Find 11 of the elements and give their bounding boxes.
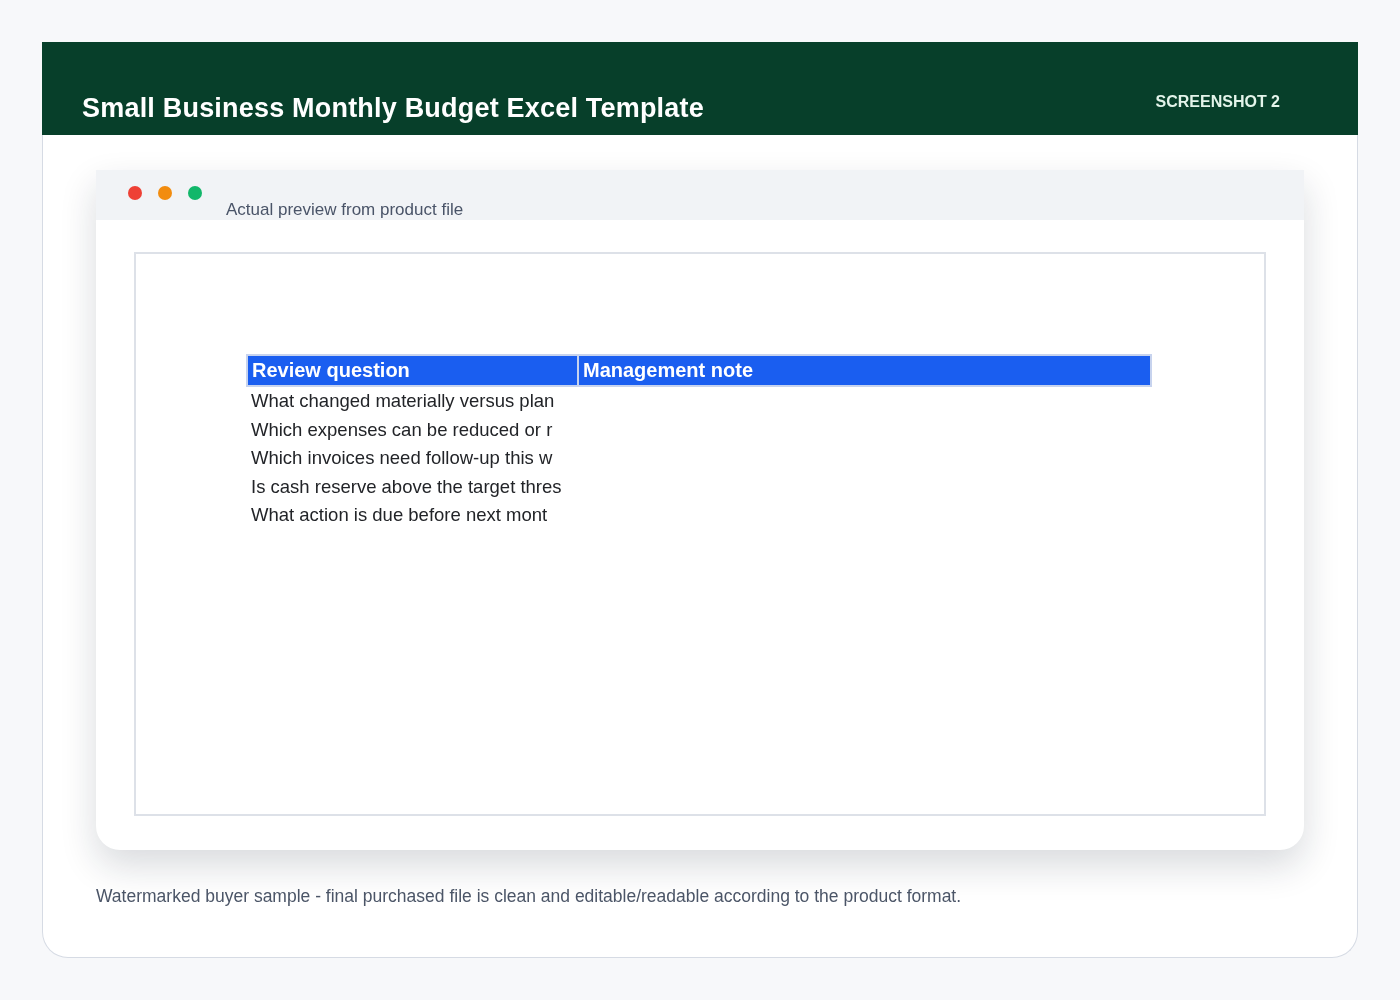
table-cell-text: Which invoices need follow-up this w: [250, 446, 554, 471]
screenshot-label: SCREENSHOT 2: [1155, 92, 1280, 112]
column-header: Management note: [578, 355, 1151, 386]
column-header: Review question: [247, 355, 578, 386]
table-cell-text: What action is due before next mont: [250, 503, 549, 528]
window-caption: Actual preview from product file: [226, 200, 464, 220]
table-cell: What changed materially versus plan: [247, 386, 578, 416]
footer-note: Watermarked buyer sample - final purchased file is clean and editable/readable according to the product format.: [96, 885, 963, 907]
page-title: Small Business Monthly Budget Excel Template: [82, 92, 704, 125]
table-cell-text: Is cash reserve above the target thres: [250, 474, 563, 499]
table-cell-text: Which expenses can be reduced or r: [250, 417, 554, 442]
